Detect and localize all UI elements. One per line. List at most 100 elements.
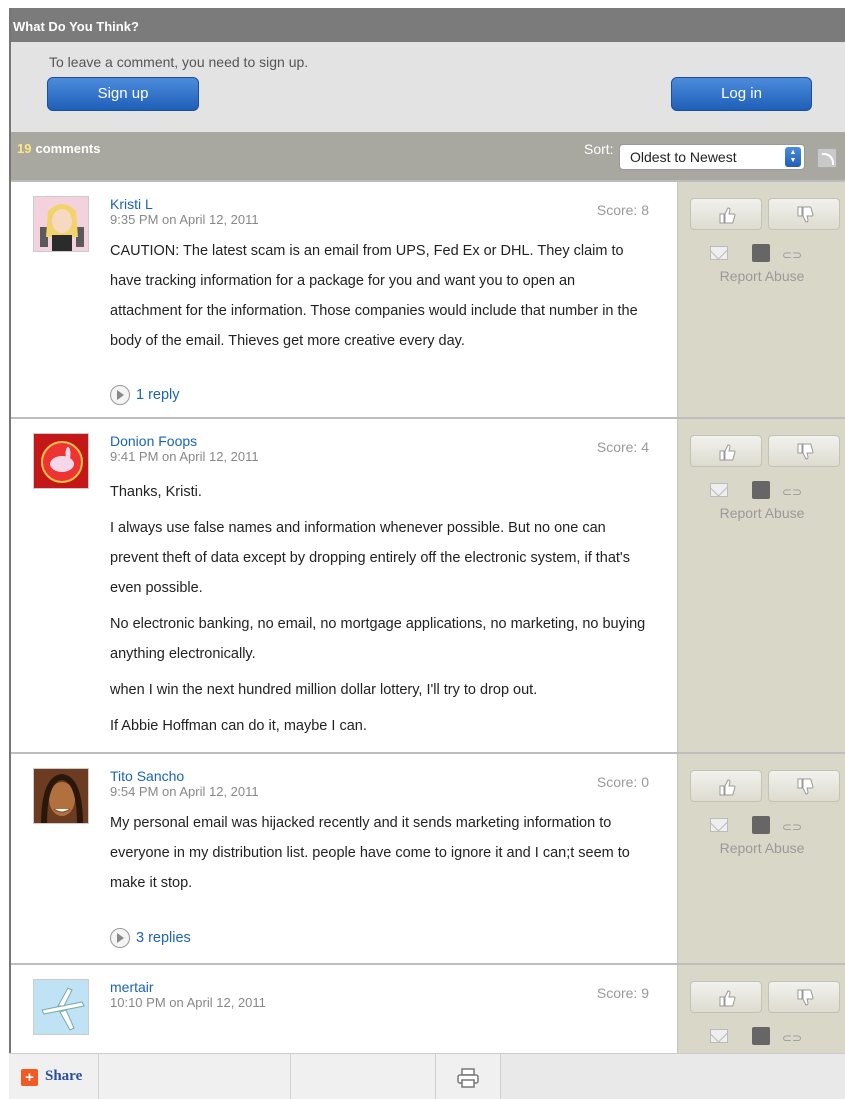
sort-select-value: Oldest to Newest	[630, 149, 737, 165]
thumbs-up-icon	[719, 779, 736, 796]
comment-score: Score: 8	[596, 202, 649, 218]
comment-text: CAUTION: The latest scam is an email fro…	[110, 236, 650, 362]
comment-author[interactable]: Donion Foops	[110, 433, 197, 449]
left-border	[9, 8, 11, 1099]
comment-author[interactable]: mertair	[110, 979, 154, 995]
thumbs-up-icon	[719, 990, 736, 1007]
share-icon[interactable]	[752, 816, 770, 834]
comment-item: Kristi L 9:35 PM on April 12, 2011 Score…	[9, 180, 845, 417]
comment-actions: ⊂⊃ Report Abuse	[677, 182, 845, 417]
comment-paragraph: No electronic banking, no email, no mort…	[110, 616, 646, 662]
thumbs-down-button[interactable]	[768, 770, 840, 802]
signup-button[interactable]: Sign up	[47, 77, 199, 111]
comment-timestamp: 10:10 PM on April 12, 2011	[110, 995, 266, 1010]
thumbs-up-button[interactable]	[690, 435, 762, 467]
share-slot[interactable]	[291, 1054, 436, 1099]
comment-paragraph: when I win the next hundred million doll…	[110, 682, 538, 698]
avatar[interactable]	[33, 196, 89, 252]
comment-body: Tito Sancho 9:54 PM on April 12, 2011 Sc…	[9, 754, 677, 963]
play-icon	[110, 385, 130, 405]
thumbs-down-button[interactable]	[768, 435, 840, 467]
share-toolbar: + Share	[9, 1053, 845, 1099]
replies-label: 1 reply	[136, 386, 180, 403]
email-icon[interactable]	[710, 1029, 728, 1043]
report-abuse-link[interactable]: Report Abuse	[678, 505, 845, 521]
comment-item: mertair 10:10 PM on April 12, 2011 Score…	[9, 963, 845, 1053]
action-icons: ⊂⊃	[710, 1027, 820, 1047]
email-icon[interactable]	[710, 818, 728, 832]
comment-paragraph: I always use false names and information…	[110, 520, 630, 596]
avatar[interactable]	[33, 433, 89, 489]
replies-link[interactable]: 3 replies	[110, 928, 191, 948]
section-title-bar: What Do You Think?	[9, 8, 845, 42]
replies-link[interactable]: 1 reply	[110, 385, 180, 405]
email-icon[interactable]	[710, 246, 728, 260]
thumbs-down-icon	[797, 443, 814, 460]
comments-count: 19 comments	[17, 141, 101, 156]
comment-actions: ⊂⊃ Report Abuse	[677, 754, 845, 963]
thumbs-up-icon	[719, 444, 736, 461]
plus-icon: +	[21, 1069, 38, 1086]
comment-timestamp: 9:35 PM on April 12, 2011	[110, 212, 259, 227]
comment-actions: ⊂⊃	[677, 965, 845, 1053]
link-icon[interactable]: ⊂⊃	[782, 1031, 802, 1045]
replies-label: 3 replies	[136, 929, 191, 946]
thumbs-down-button[interactable]	[768, 981, 840, 1013]
sort-select[interactable]: Oldest to Newest ▲ ▼	[619, 144, 805, 170]
comment-body: mertair 10:10 PM on April 12, 2011 Score…	[9, 965, 677, 1053]
comment-item: Tito Sancho 9:54 PM on April 12, 2011 Sc…	[9, 752, 845, 963]
comment-text: My personal email was hijacked recently …	[110, 808, 650, 904]
comment-author[interactable]: Kristi L	[110, 196, 153, 212]
comment-timestamp: 9:54 PM on April 12, 2011	[110, 784, 259, 799]
avatar[interactable]	[33, 979, 89, 1035]
comment-score: Score: 4	[596, 439, 649, 455]
share-button[interactable]: + Share	[9, 1054, 99, 1099]
link-icon[interactable]: ⊂⊃	[782, 820, 802, 834]
comment-author[interactable]: Tito Sancho	[110, 768, 184, 784]
comment-timestamp: 9:41 PM on April 12, 2011	[110, 449, 259, 464]
thumbs-down-button[interactable]	[768, 198, 840, 230]
link-icon[interactable]: ⊂⊃	[782, 248, 802, 262]
comment-body: Donion Foops 9:41 PM on April 12, 2011 S…	[9, 419, 677, 752]
action-icons: ⊂⊃	[710, 481, 820, 501]
signup-prompt: To leave a comment, you need to sign up.	[49, 54, 309, 70]
link-icon[interactable]: ⊂⊃	[782, 485, 802, 499]
printer-icon	[457, 1068, 479, 1088]
rss-icon[interactable]	[817, 148, 837, 168]
section-title: What Do You Think?	[13, 19, 139, 34]
comments-toolbar: 19 comments Sort: Oldest to Newest ▲ ▼	[9, 132, 845, 180]
comment-count-number: 19	[17, 141, 32, 156]
login-button[interactable]: Log in	[671, 77, 812, 111]
comment-actions: ⊂⊃ Report Abuse	[677, 419, 845, 752]
comment-text: Thanks, Kristi. I always use false names…	[110, 477, 650, 747]
comment-score: Score: 9	[596, 985, 649, 1001]
share-icon[interactable]	[752, 244, 770, 262]
thumbs-up-button[interactable]	[690, 770, 762, 802]
share-icon[interactable]	[752, 1027, 770, 1045]
sort-label: Sort:	[584, 141, 614, 157]
thumbs-up-button[interactable]	[690, 198, 762, 230]
action-icons: ⊂⊃	[710, 244, 820, 264]
share-slot[interactable]	[99, 1054, 291, 1099]
email-icon[interactable]	[710, 483, 728, 497]
report-abuse-link[interactable]: Report Abuse	[678, 840, 845, 856]
comment-paragraph: My personal email was hijacked recently …	[110, 815, 630, 891]
print-button[interactable]	[436, 1054, 501, 1099]
comment-paragraph: Thanks, Kristi.	[110, 484, 202, 500]
thumbs-down-icon	[797, 778, 814, 795]
signup-panel: To leave a comment, you need to sign up.…	[9, 42, 845, 132]
comment-paragraph: CAUTION: The latest scam is an email fro…	[110, 243, 638, 349]
comment-paragraph: If Abbie Hoffman can do it, maybe I can.	[110, 718, 367, 734]
thumbs-down-icon	[797, 989, 814, 1006]
thumbs-down-icon	[797, 206, 814, 223]
report-abuse-link[interactable]: Report Abuse	[678, 268, 845, 284]
avatar[interactable]	[33, 768, 89, 824]
action-icons: ⊂⊃	[710, 816, 820, 836]
thumbs-up-icon	[719, 207, 736, 224]
comment-item: Donion Foops 9:41 PM on April 12, 2011 S…	[9, 417, 845, 752]
thumbs-up-button[interactable]	[690, 981, 762, 1013]
share-label: Share	[45, 1068, 83, 1084]
comment-score: Score: 0	[596, 774, 649, 790]
comment-body: Kristi L 9:35 PM on April 12, 2011 Score…	[9, 182, 677, 417]
share-icon[interactable]	[752, 481, 770, 499]
